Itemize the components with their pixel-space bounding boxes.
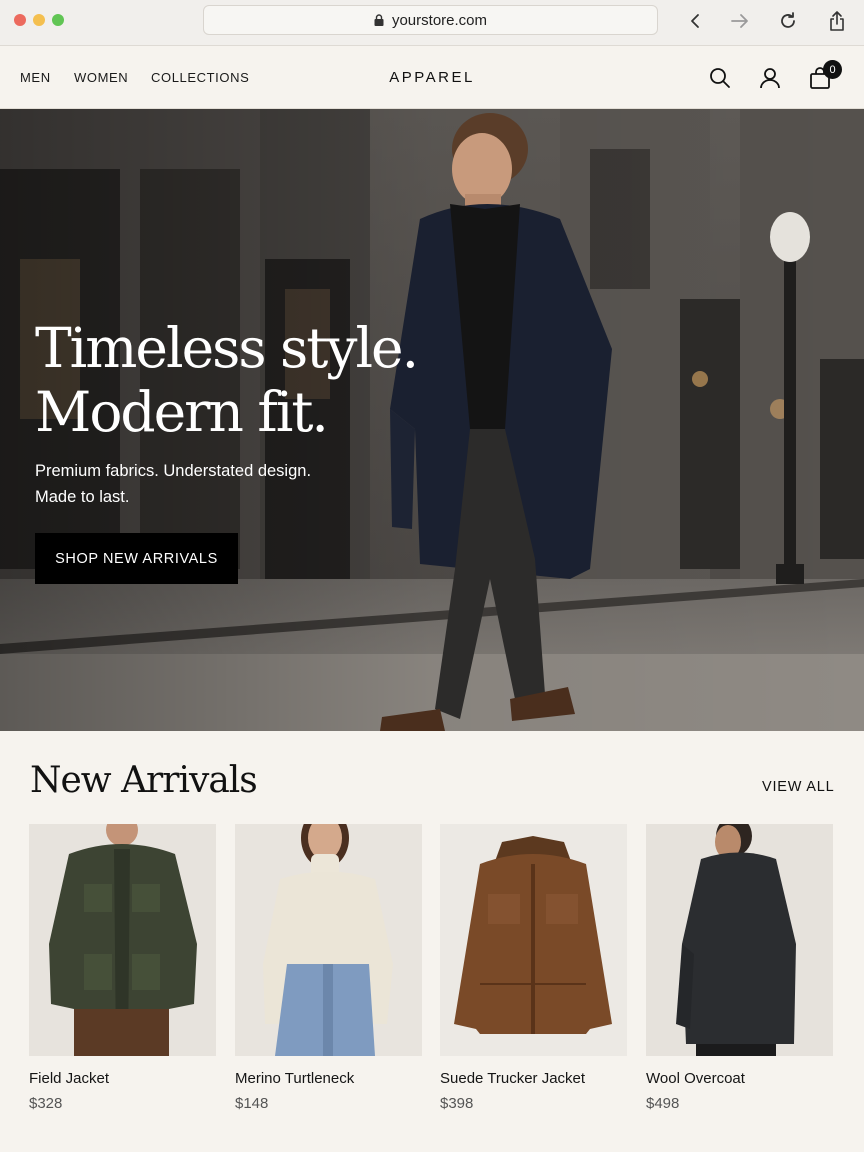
arrow-right-icon: [731, 14, 748, 28]
product-card[interactable]: Wool Overcoat $498: [646, 824, 833, 1112]
user-icon: [760, 68, 780, 89]
product-price: $328: [29, 1095, 63, 1112]
share-icon: [830, 11, 844, 31]
field-jacket-image: [29, 824, 216, 1056]
browser-toolbar: yourstore.com: [0, 0, 864, 46]
address-bar[interactable]: yourstore.com: [203, 5, 658, 35]
product-image[interactable]: [29, 824, 216, 1056]
product-image[interactable]: [235, 824, 422, 1056]
view-all-link[interactable]: VIEW ALL: [762, 779, 835, 795]
hero-subtitle: Premium fabrics. Understated design. Mad…: [35, 462, 312, 506]
merino-turtleneck-image: [235, 824, 422, 1056]
product-name[interactable]: Field Jacket: [29, 1070, 216, 1087]
product-name[interactable]: Wool Overcoat: [646, 1070, 833, 1087]
account-button[interactable]: [758, 66, 782, 90]
hero-banner: Timeless style. Modern fit. Premium fabr…: [0, 109, 864, 731]
site-header: MEN WOMEN COLLECTIONS APPAREL 0: [0, 46, 864, 109]
product-card[interactable]: Suede Trucker Jacket $398: [440, 824, 627, 1112]
lock-icon: [374, 14, 384, 26]
share-button[interactable]: [825, 9, 849, 33]
reload-button[interactable]: [776, 9, 800, 33]
maximize-window-button[interactable]: [52, 14, 64, 26]
hero-title: Timeless style. Modern fit.: [35, 316, 419, 444]
cart-count-badge: 0: [823, 60, 842, 79]
product-price: $148: [235, 1095, 269, 1112]
url-text: yourstore.com: [391, 11, 488, 29]
forward-button[interactable]: [728, 9, 752, 33]
chevron-left-icon: [691, 14, 699, 28]
reload-icon: [781, 12, 795, 28]
product-price: $398: [440, 1095, 474, 1112]
search-button[interactable]: [708, 66, 732, 90]
product-image[interactable]: [646, 824, 833, 1056]
product-price: $498: [646, 1095, 680, 1112]
wool-overcoat-image: [646, 824, 833, 1056]
suede-trucker-jacket-image: [440, 824, 627, 1056]
back-button[interactable]: [683, 9, 707, 33]
brand-logo[interactable]: APPAREL: [0, 69, 864, 86]
search-icon: [710, 68, 730, 88]
hero-copy: Timeless style. Modern fit. Premium fabr…: [35, 316, 419, 510]
product-name[interactable]: Merino Turtleneck: [235, 1070, 422, 1087]
product-name[interactable]: Suede Trucker Jacket: [440, 1070, 627, 1087]
minimize-window-button[interactable]: [33, 14, 45, 26]
product-card[interactable]: Merino Turtleneck $148: [235, 824, 422, 1112]
close-window-button[interactable]: [14, 14, 26, 26]
product-image[interactable]: [440, 824, 627, 1056]
section-title: New Arrivals: [30, 760, 258, 801]
shop-new-arrivals-button[interactable]: SHOP NEW ARRIVALS: [35, 533, 238, 584]
product-card[interactable]: Field Jacket $328: [29, 824, 216, 1112]
